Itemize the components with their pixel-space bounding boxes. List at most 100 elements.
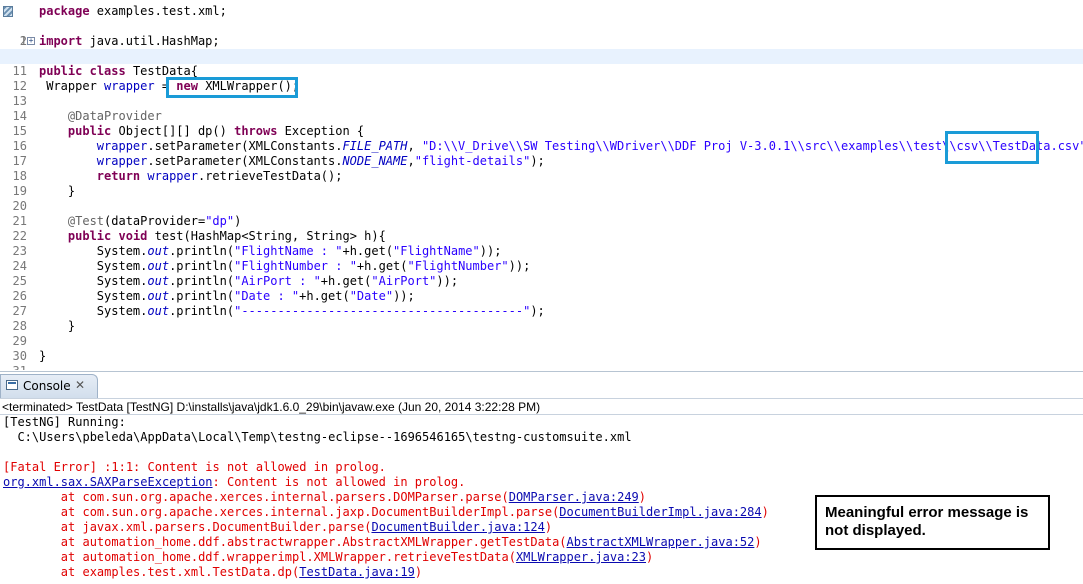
console-error-line: [Fatal Error] :1:1: Content is not allow…: [3, 460, 386, 474]
stack-frame-text: at automation_home.ddf.wrapperimpl.XMLWr…: [3, 550, 516, 564]
string-literal: "FlightNumber : ": [234, 259, 357, 273]
stack-frame-text: at com.sun.org.apache.xerces.internal.pa…: [3, 490, 509, 504]
code-line[interactable]: 24 System.out.println("FlightName : "+h.…: [0, 244, 1083, 273]
keyword: void: [118, 229, 148, 243]
source-link[interactable]: DocumentBuilderImpl.java:284: [559, 505, 761, 519]
code-text: test(HashMap<String, String> h){: [147, 229, 386, 243]
code-editor[interactable]: 1 package examples.test.xml; 2 3 + impor…: [0, 0, 1083, 370]
stack-frame-line: at automation_home.ddf.abstractwrapper.A…: [3, 535, 762, 550]
code-line[interactable]: 16 public Object[][] dp() throws Excepti…: [0, 124, 1083, 153]
expand-fold-icon[interactable]: +: [27, 37, 35, 45]
code-text: );: [530, 304, 545, 318]
source-link[interactable]: DocumentBuilder.java:124: [371, 520, 544, 534]
string-literal: "---------------------------------------…: [234, 304, 531, 318]
annotation: @Test: [67, 214, 105, 228]
code-text: .setParameter(XMLConstants.: [147, 154, 343, 168]
code-line[interactable]: 12 public class TestData{: [0, 64, 1083, 93]
code-line[interactable]: 30: [0, 334, 1083, 363]
code-text: ): [234, 214, 242, 228]
code-text: ));: [508, 259, 531, 273]
code-line[interactable]: 28 System.out.println("-----------------…: [0, 304, 1083, 333]
code-text: examples.test.xml;: [89, 4, 227, 18]
stack-frame-line: at automation_home.ddf.wrapperimpl.XMLWr…: [3, 550, 653, 565]
code-line[interactable]: 15 @DataProvider: [0, 109, 1083, 138]
code-text: (dataProvider=: [104, 214, 206, 228]
annotation: @DataProvider: [39, 109, 162, 123]
code-text: System.: [96, 274, 148, 288]
code-text: Wrapper: [39, 79, 105, 93]
stack-frame-line: at examples.test.xml.TestData.dp(TestDat…: [3, 565, 422, 580]
code-line[interactable]: 27 System.out.println("Date : "+h.get("D…: [0, 289, 1083, 318]
stack-frame-end: ): [544, 520, 553, 534]
code-text: .println(: [169, 259, 235, 273]
stack-frame-line: at javax.xml.parsers.DocumentBuilder.par…: [3, 520, 552, 535]
code-text: +h.get(: [356, 259, 408, 273]
stack-frame-end: ): [761, 505, 769, 519]
code-text: System.: [96, 289, 148, 303]
code-line[interactable]: 14: [0, 94, 1083, 123]
console-status-line: <terminated> TestData [TestNG] D:\instal…: [0, 398, 1083, 415]
keyword: return: [96, 169, 141, 183]
code-text: ));: [436, 274, 459, 288]
code-line[interactable]: 25 System.out.println("FlightNumber : "+…: [0, 259, 1083, 288]
variable: wrapper: [104, 79, 155, 93]
source-link[interactable]: XMLWrapper.java:23: [516, 550, 646, 564]
testdata-csv-callout: [945, 131, 1039, 164]
note-text: Meaningful error message is: [825, 504, 1029, 521]
code-line[interactable]: 29 }: [0, 319, 1083, 348]
keyword: throws: [234, 124, 278, 138]
static-field: out: [147, 259, 170, 273]
code-text: ,: [407, 154, 415, 168]
code-line[interactable]: 17 wrapper.setParameter(XMLConstants.FIL…: [0, 139, 1083, 168]
code-line[interactable]: 18 wrapper.setParameter(XMLConstants.NOD…: [0, 154, 1083, 183]
code-line[interactable]: 20 }: [0, 184, 1083, 213]
code-line[interactable]: 21: [0, 199, 1083, 228]
code-line[interactable]: 2: [0, 19, 1083, 48]
code-line[interactable]: 31 }: [0, 349, 1083, 370]
code-line[interactable]: 26 System.out.println("AirPort : "+h.get…: [0, 274, 1083, 303]
code-line[interactable]: 19 return wrapper.retrieveTestData();: [0, 169, 1083, 198]
exception-link[interactable]: org.xml.sax.SAXParseException: [3, 475, 213, 489]
console-tab-label: Console: [23, 379, 71, 393]
variable: wrapper: [96, 154, 148, 168]
console-icon: [6, 380, 18, 390]
code-line[interactable]: 23 public void test(HashMap<String, Stri…: [0, 229, 1083, 258]
stack-frame-text: at com.sun.org.apache.xerces.internal.ja…: [3, 505, 560, 519]
string-literal: "AirPort": [371, 274, 437, 288]
source-link[interactable]: TestData.java:19: [299, 565, 415, 579]
keyword: import: [39, 34, 83, 48]
stack-frame-end: ): [754, 535, 762, 549]
code-line[interactable]: 3 + import java.util.HashMap;: [0, 34, 1083, 63]
code-text: }: [39, 319, 76, 333]
line-number: 31: [0, 364, 27, 370]
code-text: .retrieveTestData();: [197, 169, 343, 183]
code-text: }: [39, 349, 47, 363]
stack-frame-text: at examples.test.xml.TestData.dp(: [3, 565, 300, 579]
static-field: NODE_NAME: [342, 154, 408, 168]
code-text: +h.get(: [320, 274, 372, 288]
annotation-note-box: Meaningful error message is not displaye…: [815, 495, 1050, 550]
stack-frame-end: ): [414, 565, 423, 579]
source-link[interactable]: AbstractXMLWrapper.java:52: [567, 535, 755, 549]
code-text: ));: [479, 244, 502, 258]
static-field: out: [147, 304, 170, 318]
code-line-current[interactable]: 11: [0, 49, 1083, 78]
variable: wrapper: [96, 139, 148, 153]
string-literal: "FlightName : ": [234, 244, 343, 258]
note-text: not displayed.: [825, 522, 926, 539]
code-text: System.: [96, 259, 148, 273]
stack-frame-end: ): [646, 550, 654, 564]
code-text: System.: [96, 304, 148, 318]
string-literal: "FlightNumber": [407, 259, 509, 273]
code-text: +h.get(: [299, 289, 350, 303]
file-marker-icon: [3, 6, 13, 17]
code-text: .println(: [169, 274, 235, 288]
tab-console[interactable]: Console ✕: [0, 374, 98, 398]
close-icon[interactable]: ✕: [75, 378, 85, 392]
code-line[interactable]: 1 package examples.test.xml;: [0, 4, 1083, 48]
code-line[interactable]: 22 @Test(dataProvider="dp"): [0, 214, 1083, 243]
keyword: public: [67, 229, 112, 243]
source-link[interactable]: DOMParser.java:249: [509, 490, 639, 504]
string-literal: "flight-details": [414, 154, 531, 168]
code-line[interactable]: 13 Wrapper wrapper = new XMLWrapper();: [0, 79, 1083, 108]
